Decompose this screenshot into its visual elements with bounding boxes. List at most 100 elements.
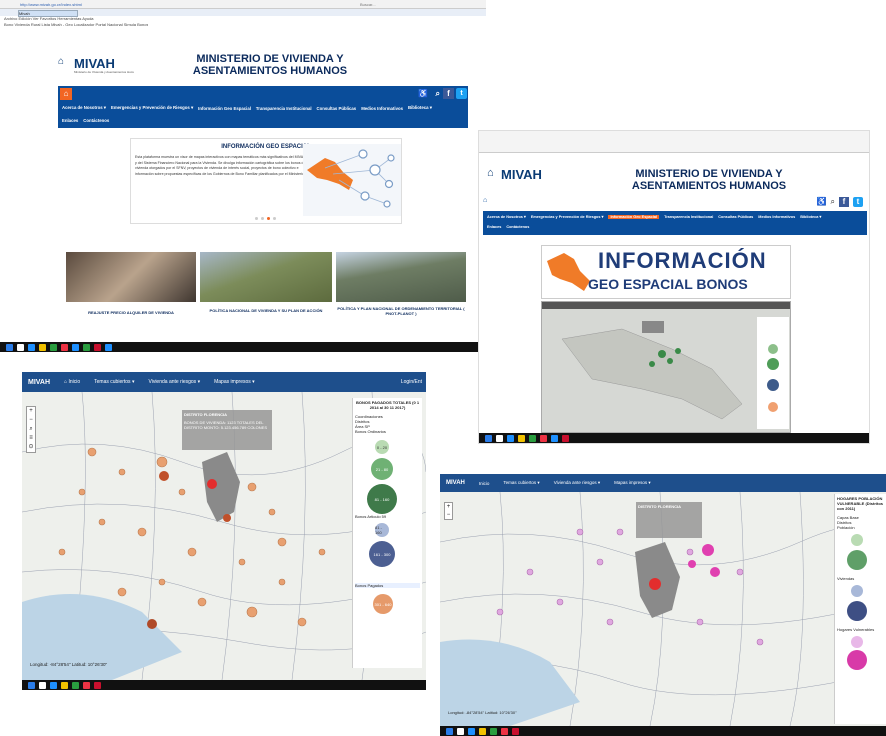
taskbar-app-icon[interactable]	[512, 727, 519, 735]
taskbar-app-icon[interactable]	[72, 681, 79, 689]
login-link[interactable]: Login/Ent	[401, 379, 426, 385]
carousel-dot[interactable]	[273, 217, 276, 220]
facebook-icon[interactable]: f	[839, 197, 849, 207]
taskbar-app-icon[interactable]	[61, 343, 68, 351]
search-input[interactable]: Buscar...	[360, 2, 376, 7]
search-icon[interactable]: ⌕	[436, 89, 440, 99]
start-icon[interactable]	[6, 343, 13, 351]
nav-geo[interactable]: Información Geo Espacial	[198, 106, 251, 111]
toolbar-printed-maps[interactable]: Mapas impresos ▾	[614, 480, 651, 486]
start-icon[interactable]	[28, 681, 35, 689]
nav-library[interactable]: Biblioteca ▾	[800, 214, 821, 219]
toolbar-topics[interactable]: Temas cubiertos ▾	[94, 379, 134, 385]
search-icon[interactable]: ⌕	[831, 197, 835, 207]
start-icon[interactable]	[446, 727, 453, 735]
carousel-dot-active[interactable]	[267, 217, 270, 220]
taskbar-app-icon[interactable]	[468, 727, 475, 735]
taskbar-app-icon[interactable]	[39, 343, 46, 351]
nav-contact[interactable]: Contáctenos	[506, 225, 529, 229]
search-icon[interactable]: ⌕	[27, 425, 35, 434]
toolbar-risk[interactable]: Vivienda ante riesgos ▾	[554, 480, 600, 486]
address-bar[interactable]: http://www.mivah.go.cr/Index.shtml Busca…	[0, 0, 486, 9]
taskbar-app-icon[interactable]	[496, 434, 503, 442]
taskbar-app-icon[interactable]	[457, 727, 464, 735]
news-card-title[interactable]: POLÍTICA NACIONAL DE VIVIENDA Y SU PLAN …	[200, 302, 332, 313]
taskbar-app-icon[interactable]	[50, 343, 57, 351]
carousel-dot[interactable]	[261, 217, 264, 220]
facebook-icon[interactable]: f	[443, 88, 454, 99]
news-card-rent[interactable]: REAJUSTE PRECIO ALQUILER DE VIVIENDA	[66, 252, 196, 330]
carousel-dot[interactable]	[255, 217, 258, 220]
map-canvas[interactable]	[542, 309, 792, 433]
mivah-logo[interactable]: MIVAH	[501, 167, 542, 182]
taskbar-app-icon[interactable]	[507, 434, 514, 442]
nav-transparency[interactable]: Transparencia Institucional	[664, 215, 713, 219]
news-card-territorial-plan[interactable]: POLÍTICA Y PLAN NACIONAL DE ORDENAMIENTO…	[336, 252, 466, 330]
legend-bubble: 21 - 80	[371, 458, 393, 480]
taskbar-app-icon[interactable]	[72, 343, 79, 351]
accessibility-icon[interactable]: ♿	[418, 89, 428, 98]
toolbar-topics[interactable]: Temas cubiertos ▾	[503, 480, 539, 486]
taskbar-app-icon[interactable]	[50, 681, 57, 689]
taskbar-app-icon[interactable]	[83, 343, 90, 351]
toolbar-printed-maps[interactable]: Mapas impresos ▾	[214, 379, 255, 385]
taskbar-app-icon[interactable]	[490, 727, 497, 735]
taskbar-app-icon[interactable]	[94, 681, 101, 689]
nav-contact[interactable]: Contáctenos	[83, 118, 109, 123]
favorites-bar[interactable]: Bono Vivienda Rural Lista Mivah - Geo Lo…	[4, 22, 148, 27]
accessibility-icon[interactable]: ♿	[817, 197, 827, 207]
nav-links[interactable]: Enlaces	[487, 225, 501, 229]
taskbar-app-icon[interactable]	[501, 727, 508, 735]
nav-links[interactable]: Enlaces	[62, 118, 78, 123]
nav-media[interactable]: Medios Informativos	[361, 106, 403, 111]
toolbar-risk[interactable]: Vivienda ante riesgos ▾	[148, 379, 200, 385]
start-icon[interactable]	[485, 434, 492, 442]
taskbar-app-icon[interactable]	[551, 434, 558, 442]
twitter-icon[interactable]: t	[456, 88, 467, 99]
mivah-logo[interactable]: MIVAH	[74, 56, 115, 71]
mivah-logo[interactable]: MIVAH	[446, 480, 465, 486]
home-icon[interactable]: ⌂	[483, 197, 487, 204]
taskbar-app-icon[interactable]	[94, 343, 101, 351]
taskbar-app-icon[interactable]	[28, 343, 35, 351]
zoom-out-button[interactable]: −	[445, 511, 452, 519]
taskbar-app-icon[interactable]	[39, 681, 46, 689]
toolbar-home[interactable]: Inicio	[479, 481, 490, 486]
nav-media[interactable]: Medios Informativos	[758, 215, 795, 219]
taskbar-app-icon[interactable]	[518, 434, 525, 442]
taskbar-app-icon[interactable]	[540, 434, 547, 442]
taskbar-app-icon[interactable]	[61, 681, 68, 689]
zoom-in-button[interactable]: +	[445, 503, 452, 511]
measure-icon[interactable]: ⊙	[27, 443, 35, 452]
twitter-icon[interactable]: t	[853, 197, 863, 207]
geo-feature-slide[interactable]: INFORMACIÓN GEO ESPACIAL Esta plataforma…	[130, 138, 402, 224]
nav-emergencies[interactable]: Emergencias y Prevención de Riesgos ▾	[531, 214, 604, 219]
url-text[interactable]: http://www.mivah.go.cr/Index.shtml	[20, 2, 82, 7]
zoom-in-button[interactable]: +	[27, 407, 35, 416]
nav-library[interactable]: Biblioteca ▾	[408, 105, 432, 111]
nav-about[interactable]: Acerca de Nosotros ▾	[62, 105, 106, 111]
taskbar-app-icon[interactable]	[17, 343, 24, 351]
taskbar-app-icon[interactable]	[562, 434, 569, 442]
nav-geo-active[interactable]: Información Geo Espacial	[608, 214, 660, 219]
nav-consultations[interactable]: Consultas Públicas	[718, 215, 753, 219]
embedded-map[interactable]	[541, 301, 791, 433]
home-icon[interactable]: ⌂	[60, 88, 72, 100]
news-card-title[interactable]: REAJUSTE PRECIO ALQUILER DE VIVIENDA	[66, 302, 196, 315]
mivah-logo[interactable]: MIVAH	[28, 379, 50, 386]
zoom-out-button[interactable]: −	[27, 416, 35, 425]
layers-icon[interactable]: ≡	[27, 434, 35, 443]
nav-emergencies[interactable]: Emergencias y Prevención de Riesgos ▾	[111, 105, 193, 111]
toolbar-home[interactable]: ⌂ Inicio	[64, 379, 80, 385]
taskbar-app-icon[interactable]	[479, 727, 486, 735]
news-card-housing-policy[interactable]: POLÍTICA NACIONAL DE VIVIENDA Y SU PLAN …	[200, 252, 332, 330]
news-card-title[interactable]: POLÍTICA Y PLAN NACIONAL DE ORDENAMIENTO…	[336, 302, 466, 316]
legend-bubble	[851, 534, 863, 546]
taskbar-app-icon[interactable]	[529, 434, 536, 442]
taskbar-app-icon[interactable]	[105, 343, 112, 351]
nav-consultations[interactable]: Consultas Públicas	[317, 106, 357, 111]
nav-about[interactable]: Acerca de Nosotros ▾	[487, 214, 526, 219]
nav-transparency[interactable]: Transparencia Institucional	[256, 106, 312, 111]
taskbar-app-icon[interactable]	[83, 681, 90, 689]
menu-bar[interactable]: Archivo Edición Ver Favoritos Herramient…	[4, 16, 94, 21]
